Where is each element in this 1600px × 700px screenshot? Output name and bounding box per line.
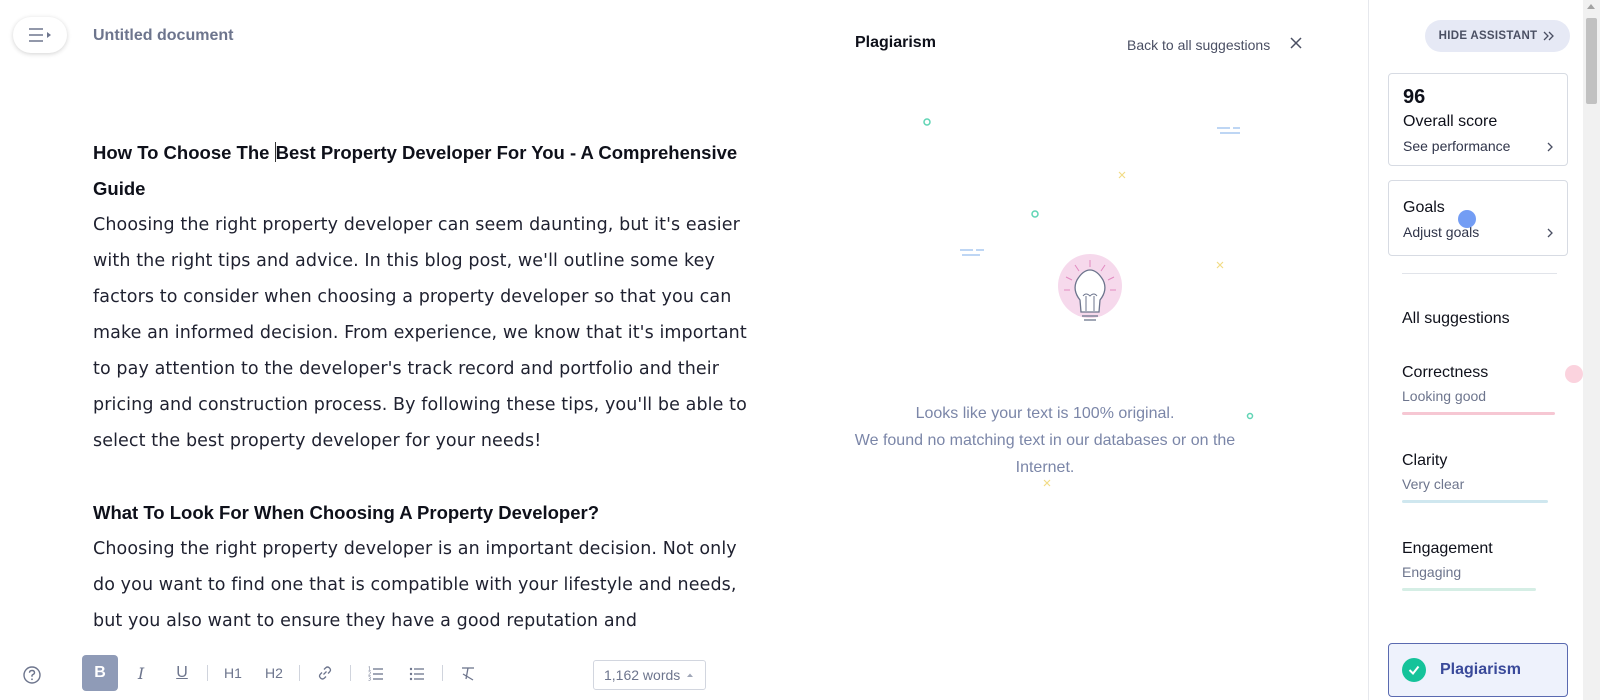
scrollbar-thumb[interactable] (1586, 18, 1597, 104)
correctness-check-icon (1565, 365, 1583, 383)
plagiarism-button-label: Plagiarism (1440, 661, 1521, 678)
heading-2: What To Look For When Choosing A Propert… (93, 502, 600, 523)
category-bar (1402, 412, 1555, 415)
sidebar-divider (1402, 273, 1557, 274)
link-button[interactable] (307, 655, 343, 691)
hide-assistant-button[interactable]: HIDE ASSISTANT (1425, 20, 1570, 52)
heading2-button[interactable]: H2 (256, 655, 292, 691)
mouse-cursor-indicator (1458, 210, 1476, 228)
bold-button[interactable]: B (82, 655, 118, 691)
clear-format-icon (462, 667, 474, 681)
word-count-button[interactable]: 1,162 words (593, 660, 707, 690)
category-engagement[interactable]: Engagement Engaging (1402, 540, 1562, 591)
overall-score-card[interactable]: 96 Overall score See performance (1388, 73, 1568, 166)
see-performance-link[interactable]: See performance (1403, 138, 1510, 154)
all-suggestions-link[interactable]: All suggestions (1402, 310, 1510, 328)
editor-area[interactable]: How To Choose The Best Property Develope… (93, 135, 753, 639)
heading1-button[interactable]: H1 (215, 655, 251, 691)
goals-label: Goals (1403, 199, 1445, 216)
page-scrollbar[interactable] (1583, 0, 1600, 700)
checkmark-icon (1408, 665, 1420, 676)
plagiarism-button[interactable]: Plagiarism (1388, 643, 1568, 697)
ordered-list-button[interactable]: 1 2 3 (358, 655, 394, 691)
plagiarism-message-line-2: We found no matching text in our databas… (854, 432, 1236, 476)
overall-score-value: 96 (1403, 86, 1426, 108)
caret-up-icon (687, 673, 694, 677)
clear-format-button[interactable] (450, 655, 486, 691)
assistant-sidebar: HIDE ASSISTANT 96 Overall score See perf… (1368, 0, 1600, 700)
bullet-list-button[interactable] (399, 655, 435, 691)
category-status: Very clear (1402, 476, 1465, 492)
category-correctness[interactable]: Correctness Looking good (1402, 364, 1583, 415)
overall-score-label: Overall score (1403, 113, 1498, 130)
category-name: Correctness (1402, 364, 1489, 381)
double-chevron-right-icon (1543, 31, 1555, 41)
toolbar-separator (442, 665, 443, 681)
check-circle-icon (1402, 658, 1426, 682)
chevron-right-icon (1547, 228, 1553, 238)
category-name: Clarity (1402, 452, 1448, 469)
plagiarism-panel-title: Plagiarism (855, 34, 936, 51)
help-icon[interactable] (22, 665, 42, 685)
toolbar-separator (207, 665, 208, 681)
link-icon (318, 666, 332, 680)
ordered-list-icon: 1 2 3 (368, 667, 383, 682)
category-status: Engaging (1402, 564, 1462, 580)
category-bar (1402, 500, 1548, 503)
chevron-right-icon (1547, 142, 1553, 152)
toolbar-separator (350, 665, 351, 681)
category-clarity[interactable]: Clarity Very clear (1402, 452, 1562, 503)
close-icon[interactable] (1288, 35, 1304, 51)
menu-icon (29, 28, 51, 42)
hide-assistant-label: HIDE ASSISTANT (1438, 30, 1538, 42)
heading-1: How To Choose The Best Property Develope… (93, 135, 753, 207)
category-name: Engagement (1402, 540, 1493, 557)
toolbar-separator (299, 665, 300, 681)
scroll-up-arrow-icon[interactable] (1587, 4, 1595, 9)
underline-button[interactable]: U (164, 655, 200, 691)
paragraph-2: Choosing the right property developer is… (93, 539, 737, 631)
category-status: Looking good (1402, 388, 1487, 404)
category-bar (1402, 588, 1536, 591)
plagiarism-result-message: Looks like your text is 100% original. W… (835, 400, 1255, 481)
paragraph-1: Choosing the right property developer ca… (93, 215, 747, 451)
back-to-suggestions-link[interactable]: Back to all suggestions (1127, 37, 1270, 53)
formatting-toolbar: B I U H1 H2 1 2 3 (82, 655, 491, 691)
app-root: Untitled document How To Choose The Best… (0, 0, 1600, 700)
heading-1-pre: How To Choose The (93, 142, 275, 163)
document-title[interactable]: Untitled document (93, 27, 233, 45)
italic-button[interactable]: I (123, 655, 159, 691)
word-count-label: 1,162 words (604, 667, 681, 683)
goals-card[interactable]: Goals Adjust goals (1388, 180, 1568, 256)
plagiarism-message-line-1: Looks like your text is 100% original. (915, 405, 1175, 422)
bullet-list-icon (409, 667, 424, 681)
svg-text:3: 3 (368, 677, 371, 682)
menu-button[interactable] (13, 17, 67, 53)
